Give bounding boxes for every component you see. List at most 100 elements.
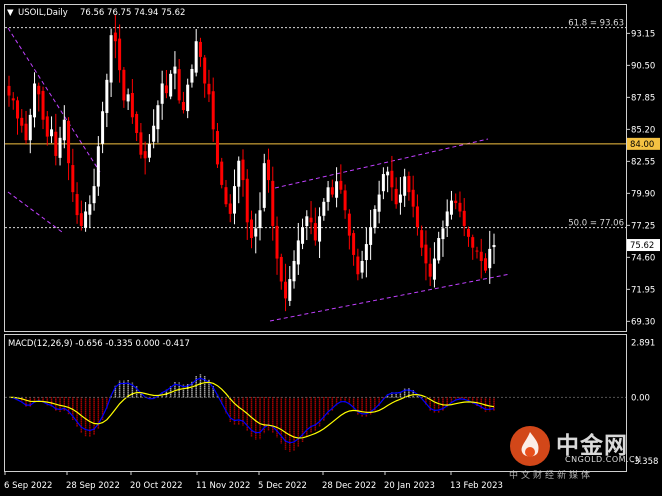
price-tick-label: 71.95 <box>631 285 655 295</box>
time-axis[interactable]: 6 Sep 2022 28 Sep 2022 20 Oct 2022 11 Nov 2… <box>4 471 503 491</box>
channel-line-upper[interactable] <box>274 138 489 189</box>
downtrend-line-upper[interactable] <box>7 27 101 173</box>
time-tick-label: 28 Sep 2022 <box>66 481 120 491</box>
candle-body <box>492 245 496 248</box>
candle-body <box>92 186 96 204</box>
macd-histogram <box>12 374 495 452</box>
time-tick-label: 6 Sep 2022 <box>4 481 52 491</box>
candle-body <box>326 187 330 202</box>
candle-body <box>403 176 407 196</box>
candle-body <box>215 131 219 165</box>
watermark-subtitle: 中文财经新媒体 <box>509 471 594 481</box>
candle-body <box>237 160 241 187</box>
macd-tick-label: 0.00 <box>631 393 650 403</box>
candle-body <box>347 213 351 236</box>
price-tick-label: 77.25 <box>631 221 655 231</box>
candle-body <box>160 83 164 104</box>
candle-body <box>67 120 71 164</box>
candle-body <box>258 210 262 229</box>
price-tick-label: 85.20 <box>631 125 655 135</box>
candle-body <box>88 204 92 215</box>
candle-body <box>394 188 398 205</box>
candle-body <box>130 93 134 118</box>
price-tick-label: 82.55 <box>631 157 655 167</box>
candle-body <box>203 57 207 84</box>
candle-body <box>284 281 288 299</box>
macd-line <box>8 377 495 444</box>
candle-body <box>58 137 62 158</box>
candle-body <box>322 201 326 216</box>
candle-body <box>424 244 428 264</box>
ohlc-values: 76.56 76.75 74.94 75.62 <box>80 8 185 18</box>
candle-body <box>471 237 475 248</box>
price-tick-label: 87.85 <box>631 93 655 103</box>
candle-body <box>364 244 368 261</box>
candle-body <box>220 161 224 185</box>
candle-body <box>84 211 88 228</box>
candle-body <box>105 79 109 113</box>
candle-body <box>156 105 160 130</box>
candle-body <box>211 91 215 130</box>
macd-lines <box>8 377 495 444</box>
fibonacci-levels[interactable]: 61.8 = 93.63 50.0 = 77.06 <box>5 19 626 229</box>
candle-body <box>7 85 11 96</box>
candle-body <box>45 116 49 137</box>
candle-body <box>458 202 462 212</box>
price-tick-label: 69.30 <box>631 317 655 327</box>
candle-body <box>139 132 143 155</box>
price-tick-label: 93.15 <box>631 29 655 39</box>
watermark-en: CNGOLD.COM.CN <box>565 455 642 464</box>
candle-body <box>369 227 373 245</box>
candle-body <box>241 159 245 181</box>
candle-body <box>198 41 202 57</box>
price-tick-label: 90.50 <box>631 61 655 71</box>
candle-body <box>62 119 66 141</box>
candle-body <box>411 189 415 207</box>
candle-body <box>33 83 37 118</box>
candle-body <box>245 178 249 223</box>
time-tick-label: 20 Oct 2022 <box>130 481 183 491</box>
candle-body <box>194 41 198 73</box>
candle-body <box>181 101 185 111</box>
candle-body <box>254 228 258 237</box>
candle-body <box>207 83 211 95</box>
candle-body <box>445 211 449 227</box>
candle-body <box>28 114 32 141</box>
price-axis[interactable]: 93.15 90.50 87.85 85.20 82.55 79.90 77.25 74.60… <box>626 29 660 327</box>
candle-body <box>190 68 194 83</box>
candle-body <box>224 187 228 205</box>
downtrend-line-lower[interactable] <box>7 191 63 233</box>
channel-line-lower[interactable] <box>269 273 511 322</box>
candle-body <box>152 125 156 142</box>
macd-tick-label: 2.891 <box>631 339 655 349</box>
candle-body <box>79 213 83 226</box>
fib-level-label: 61.8 = 93.63 <box>568 19 624 29</box>
candle-body <box>343 190 347 211</box>
candle-body <box>267 159 271 181</box>
candle-body <box>279 256 283 282</box>
candle-body <box>169 73 173 97</box>
candle-body <box>360 260 364 273</box>
candle-body <box>407 175 411 193</box>
candle-body <box>309 217 313 223</box>
candle-body <box>449 200 453 215</box>
candle-body <box>415 206 419 228</box>
candle-body <box>113 32 117 42</box>
time-tick-label: 11 Nov 2022 <box>196 481 250 491</box>
time-tick-label: 5 Dec 2022 <box>258 481 307 491</box>
candle-body <box>373 209 377 228</box>
candle-body <box>232 186 236 214</box>
candle-body <box>147 143 151 158</box>
header-arrow-icon[interactable]: ▼ <box>7 8 14 18</box>
candle-body <box>381 174 385 192</box>
candle-body <box>143 151 147 159</box>
candle-body <box>262 163 266 208</box>
time-tick-label: 28 Dec 2022 <box>322 481 376 491</box>
candle-body <box>96 146 100 187</box>
candle-body <box>432 258 436 280</box>
candle-body <box>173 66 177 74</box>
candle-body <box>75 194 79 216</box>
candle-body <box>135 113 139 133</box>
candle-body <box>118 38 122 71</box>
candle-body <box>24 123 28 141</box>
